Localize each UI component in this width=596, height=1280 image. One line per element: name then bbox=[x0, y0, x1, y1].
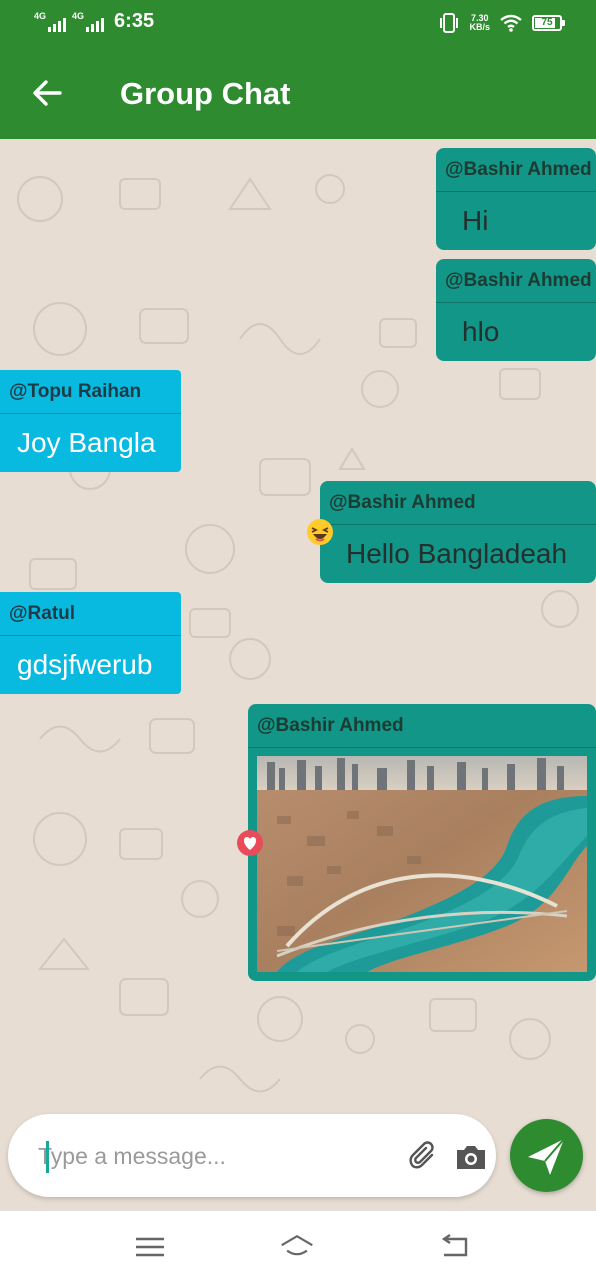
status-bar: 4G 4G 6:35 7.30 KB/s 75 bbox=[0, 0, 596, 48]
message-sender: @Topu Raihan bbox=[0, 370, 181, 414]
message-sender: @Bashir Ahmed bbox=[436, 259, 596, 303]
message-text: hlo bbox=[462, 316, 500, 347]
system-navigation-bar bbox=[0, 1210, 596, 1280]
message-bubble-outgoing[interactable]: @Bashir Ahmed hlo bbox=[436, 259, 596, 361]
send-button[interactable] bbox=[510, 1119, 583, 1192]
page-title: Group Chat bbox=[120, 76, 291, 111]
toolbar: Group Chat bbox=[0, 48, 596, 139]
heart-icon[interactable] bbox=[236, 829, 264, 857]
message-text: Hello Bangladeah bbox=[346, 538, 568, 569]
chat-area[interactable]: @Bashir Ahmed Hi @Bashir Ahmed hlo @Topu… bbox=[0, 139, 596, 1110]
network-type-2: 4G bbox=[72, 10, 85, 21]
clock-time: 6:35 bbox=[114, 10, 155, 32]
message-bubble-outgoing[interactable]: @Bashir Ahmed Hello Bangladeah bbox=[320, 481, 596, 583]
vibrate-icon bbox=[440, 13, 459, 33]
message-bubble-outgoing[interactable]: @Bashir Ahmed Hi bbox=[436, 148, 596, 250]
paperclip-icon[interactable] bbox=[408, 1141, 440, 1173]
message-composer bbox=[8, 1114, 496, 1197]
battery-level: 75 bbox=[541, 17, 553, 28]
message-bubble-incoming[interactable]: @Ratul gdsjfwerub bbox=[0, 592, 181, 694]
network-type-1: 4G bbox=[34, 10, 47, 21]
message-sender: @Ratul bbox=[0, 592, 181, 636]
cellular-signal-icon: 4G bbox=[34, 10, 67, 32]
network-speed-unit: KB/s bbox=[469, 22, 490, 32]
wifi-icon bbox=[500, 14, 522, 32]
laughing-emoji-icon[interactable] bbox=[306, 518, 334, 546]
message-sender: @Bashir Ahmed bbox=[248, 704, 596, 748]
text-cursor bbox=[46, 1141, 49, 1173]
camera-icon[interactable] bbox=[454, 1141, 488, 1173]
message-text: Hi bbox=[462, 205, 489, 236]
home-icon[interactable] bbox=[279, 1231, 315, 1263]
send-icon bbox=[528, 1138, 565, 1175]
app-bar: 4G 4G 6:35 7.30 KB/s 75 Group Chat bbox=[0, 0, 596, 139]
message-sender: @Bashir Ahmed bbox=[320, 481, 596, 525]
network-speed: 7.30 KB/s bbox=[469, 14, 490, 32]
back-icon[interactable] bbox=[438, 1231, 474, 1263]
cellular-signal-icon-2: 4G bbox=[72, 10, 105, 32]
message-bubble-outgoing-image[interactable]: @Bashir Ahmed bbox=[248, 704, 596, 981]
message-text: gdsjfwerub bbox=[17, 649, 153, 680]
message-bubble-incoming[interactable]: @Topu Raihan Joy Bangla bbox=[0, 370, 181, 472]
message-text: Joy Bangla bbox=[17, 427, 156, 458]
shared-photo-image[interactable] bbox=[257, 756, 587, 972]
menu-icon[interactable] bbox=[132, 1231, 168, 1263]
message-sender: @Bashir Ahmed bbox=[436, 148, 596, 192]
battery-icon: 75 bbox=[532, 15, 565, 31]
back-arrow-icon[interactable] bbox=[30, 76, 64, 110]
message-input[interactable] bbox=[38, 1136, 378, 1176]
